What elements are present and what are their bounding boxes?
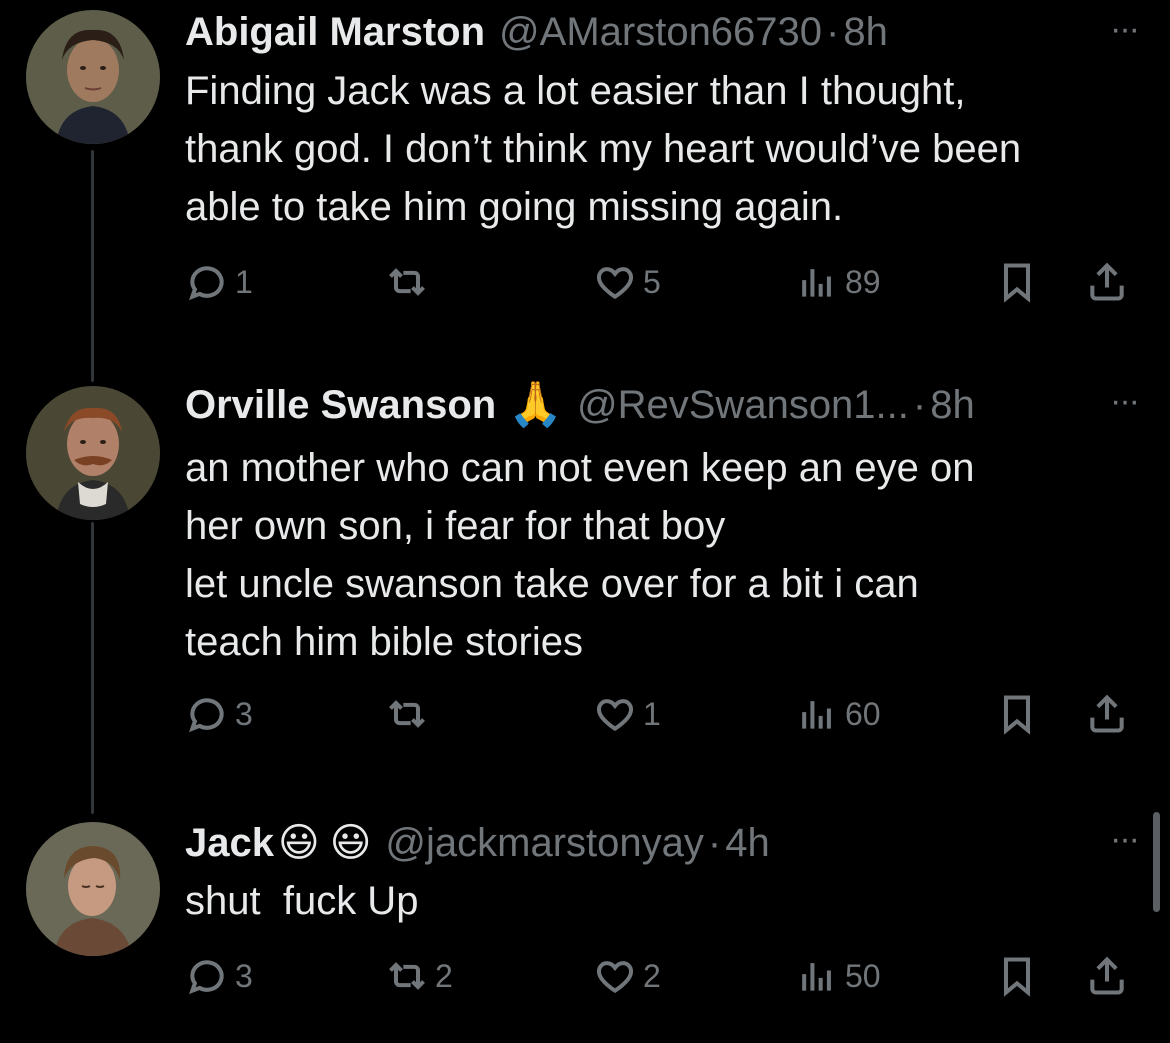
retweet-icon	[389, 700, 425, 728]
share-button[interactable]	[1085, 260, 1129, 304]
author-handle[interactable]: @jackmarstonyay	[385, 820, 703, 866]
retweet-icon	[389, 962, 425, 990]
reply-count: 3	[235, 695, 253, 732]
heart-icon	[596, 267, 634, 300]
reply-icon	[189, 960, 224, 995]
reply-button[interactable]: 1	[185, 260, 253, 304]
share-icon	[1090, 694, 1124, 733]
more-options-icon[interactable]: ···	[1110, 382, 1140, 421]
bookmark-button[interactable]	[995, 260, 1039, 304]
like-count: 1	[643, 695, 661, 732]
smiley-emoji: 😃	[277, 821, 320, 865]
views-icon	[802, 701, 831, 729]
reply-button[interactable]: 3	[185, 954, 253, 998]
like-count: 5	[643, 263, 661, 300]
scrollbar[interactable]	[1153, 812, 1160, 912]
separator-dot: ·	[912, 383, 927, 427]
heart-icon	[596, 699, 634, 732]
author-name[interactable]: Orville Swanson	[185, 382, 496, 428]
retweet-button[interactable]: 2	[385, 954, 453, 998]
tweet-text: an mother who can not even keep an eye o…	[185, 446, 975, 664]
like-button[interactable]: 5	[593, 260, 661, 304]
like-button[interactable]: 1	[593, 692, 661, 736]
views-count: 60	[845, 695, 881, 732]
tweet-actions: 3 1 60	[185, 692, 1145, 742]
like-button[interactable]: 2	[593, 954, 661, 998]
avatar[interactable]	[26, 386, 160, 520]
author-handle[interactable]: @RevSwanson1...	[577, 382, 909, 428]
separator-dot: ·	[707, 821, 722, 865]
views-icon	[802, 963, 831, 991]
share-icon	[1090, 262, 1124, 301]
author-handle[interactable]: @AMarston66730	[499, 9, 822, 55]
more-options-icon[interactable]: ···	[1110, 820, 1140, 859]
bookmark-button[interactable]	[995, 954, 1039, 998]
views-button[interactable]: 89	[795, 260, 881, 304]
bookmark-icon	[1003, 263, 1031, 303]
tweet-actions: 3 2 2 50	[185, 954, 1145, 1004]
share-button[interactable]	[1085, 692, 1129, 736]
timestamp[interactable]: 8h	[843, 9, 888, 55]
timestamp[interactable]: 8h	[930, 382, 975, 428]
views-count: 89	[845, 263, 881, 300]
share-icon	[1090, 956, 1124, 995]
separator-dot: ·	[826, 10, 840, 54]
retweet-button[interactable]	[385, 260, 435, 304]
heart-icon	[596, 961, 634, 994]
timestamp[interactable]: 4h	[725, 820, 770, 866]
bookmark-icon	[1003, 695, 1031, 735]
praying-hands-emoji: 🙏	[508, 380, 564, 429]
views-button[interactable]: 50	[795, 954, 881, 998]
more-options-icon[interactable]: ···	[1110, 10, 1140, 49]
tweet-orville[interactable]: Orville Swanson 🙏 @RevSwanson1... · 8h ·…	[0, 370, 1170, 800]
tweet-text: Finding Jack was a lot easier than I tho…	[185, 69, 1022, 229]
share-button[interactable]	[1085, 954, 1129, 998]
bookmark-icon	[1003, 957, 1031, 997]
like-count: 2	[643, 957, 661, 994]
views-count: 50	[845, 957, 881, 994]
tweet-jack[interactable]: Jack 😃 😃 @jackmarstonyay · 4h ··· shut f…	[0, 800, 1170, 1043]
retweet-count: 2	[435, 957, 453, 994]
smiley-emoji: 😃	[329, 821, 372, 865]
tweet-abigail[interactable]: Abigail Marston @AMarston66730 · 8h ··· …	[0, 0, 1170, 360]
author-name[interactable]: Jack	[185, 820, 274, 866]
avatar[interactable]	[26, 10, 160, 144]
reply-count: 3	[235, 957, 253, 994]
retweet-icon	[389, 268, 425, 296]
tweet-actions: 1 5 89	[185, 260, 1145, 310]
reply-icon	[189, 698, 224, 733]
views-button[interactable]: 60	[795, 692, 881, 736]
reply-count: 1	[235, 263, 253, 300]
retweet-button[interactable]	[385, 692, 435, 736]
bookmark-button[interactable]	[995, 692, 1039, 736]
author-name[interactable]: Abigail Marston	[185, 9, 485, 55]
reply-button[interactable]: 3	[185, 692, 253, 736]
avatar[interactable]	[26, 822, 160, 956]
reply-icon	[189, 266, 224, 301]
tweet-text: shut fuck Up	[185, 879, 419, 923]
views-icon	[802, 269, 831, 297]
